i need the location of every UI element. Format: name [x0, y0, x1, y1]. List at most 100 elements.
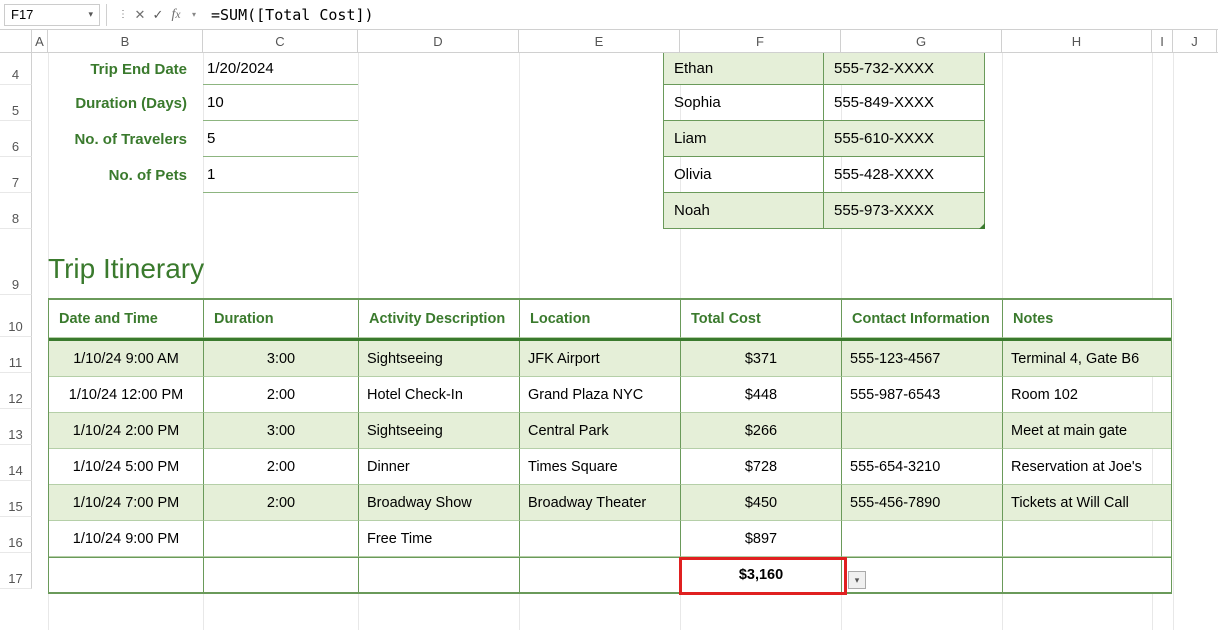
chevron-down-icon[interactable]: ▾: [88, 9, 93, 20]
itinerary-cell[interactable]: Dinner: [359, 449, 520, 485]
emergency-phone[interactable]: 555-732-XXXX: [824, 53, 985, 85]
itinerary-cell[interactable]: [204, 558, 359, 593]
itinerary-cell[interactable]: Central Park: [520, 413, 681, 449]
itinerary-cell[interactable]: [1003, 521, 1171, 557]
emergency-name[interactable]: Ethan: [663, 53, 824, 85]
emergency-name[interactable]: Sophia: [663, 85, 824, 121]
row-header-15[interactable]: 15: [0, 481, 32, 517]
chevron-down-icon[interactable]: ▾: [185, 10, 203, 19]
cancel-icon[interactable]: ✕: [131, 7, 149, 23]
col-notes[interactable]: Notes: [1003, 300, 1171, 338]
col-header-E[interactable]: E: [519, 30, 680, 52]
itinerary-cell[interactable]: Grand Plaza NYC: [520, 377, 681, 413]
value-trip-end-date[interactable]: 1/20/2024: [203, 53, 358, 85]
itinerary-cell[interactable]: 2:00: [204, 449, 359, 485]
itinerary-cell[interactable]: 2:00: [204, 377, 359, 413]
row-header-4[interactable]: 4: [0, 53, 32, 85]
value-travelers[interactable]: 5: [203, 121, 358, 157]
row-header-8[interactable]: 8: [0, 193, 32, 229]
total-cost-cell[interactable]: $3,160: [681, 558, 842, 593]
emergency-name[interactable]: Olivia: [663, 157, 824, 193]
itinerary-cell[interactable]: Sightseeing: [359, 413, 520, 449]
itinerary-cell[interactable]: 1/10/24 12:00 PM: [49, 377, 204, 413]
itinerary-cell[interactable]: [520, 558, 681, 593]
select-all-corner[interactable]: [0, 30, 32, 52]
itinerary-cell[interactable]: 1/10/24 7:00 PM: [49, 485, 204, 521]
itinerary-cell[interactable]: $266: [681, 413, 842, 449]
itinerary-cell[interactable]: $450: [681, 485, 842, 521]
itinerary-cell[interactable]: [359, 558, 520, 593]
value-pets[interactable]: 1: [203, 157, 358, 193]
row-header-6[interactable]: 6: [0, 121, 32, 157]
itinerary-cell[interactable]: 1/10/24 2:00 PM: [49, 413, 204, 449]
col-header-I[interactable]: I: [1152, 30, 1173, 52]
col-contact[interactable]: Contact Information: [842, 300, 1003, 338]
name-box[interactable]: F17 ▾: [4, 4, 100, 26]
itinerary-cell[interactable]: Broadway Show: [359, 485, 520, 521]
itinerary-cell[interactable]: [842, 558, 1003, 593]
row-header-5[interactable]: 5: [0, 85, 32, 121]
itinerary-cell[interactable]: Times Square: [520, 449, 681, 485]
col-date-time[interactable]: Date and Time: [49, 300, 204, 338]
itinerary-cell[interactable]: $448: [681, 377, 842, 413]
itinerary-cell[interactable]: 1/10/24 9:00 PM: [49, 521, 204, 557]
table-resize-handle-icon[interactable]: [979, 223, 985, 229]
col-header-G[interactable]: G: [841, 30, 1002, 52]
itinerary-cell[interactable]: $728: [681, 449, 842, 485]
col-header-H[interactable]: H: [1002, 30, 1152, 52]
emergency-name[interactable]: Liam: [663, 121, 824, 157]
itinerary-cell[interactable]: 1/10/24 9:00 AM: [49, 341, 204, 377]
itinerary-cell[interactable]: JFK Airport: [520, 341, 681, 377]
row-header-13[interactable]: 13: [0, 409, 32, 445]
sheet-content[interactable]: Trip End Date 1/20/2024 Duration (Days) …: [32, 53, 1218, 630]
col-header-C[interactable]: C: [203, 30, 358, 52]
itinerary-cell[interactable]: Meet at main gate: [1003, 413, 1171, 449]
options-icon[interactable]: ⋮: [113, 9, 131, 20]
itinerary-cell[interactable]: [520, 521, 681, 557]
itinerary-cell[interactable]: 555-654-3210: [842, 449, 1003, 485]
emergency-phone[interactable]: 555-849-XXXX: [824, 85, 985, 121]
col-total-cost[interactable]: Total Cost: [681, 300, 842, 338]
itinerary-cell[interactable]: 3:00: [204, 413, 359, 449]
row-header-14[interactable]: 14: [0, 445, 32, 481]
col-location[interactable]: Location: [520, 300, 681, 338]
itinerary-cell[interactable]: Broadway Theater: [520, 485, 681, 521]
itinerary-cell[interactable]: [1003, 558, 1171, 593]
itinerary-cell[interactable]: 555-456-7890: [842, 485, 1003, 521]
itinerary-cell[interactable]: Hotel Check-In: [359, 377, 520, 413]
itinerary-cell[interactable]: [842, 413, 1003, 449]
itinerary-cell[interactable]: $897: [681, 521, 842, 557]
col-duration[interactable]: Duration: [204, 300, 359, 338]
itinerary-cell[interactable]: [49, 558, 204, 593]
col-header-D[interactable]: D: [358, 30, 519, 52]
itinerary-cell[interactable]: Terminal 4, Gate B6: [1003, 341, 1171, 377]
itinerary-cell[interactable]: Free Time: [359, 521, 520, 557]
itinerary-cell[interactable]: 1/10/24 5:00 PM: [49, 449, 204, 485]
value-duration-days[interactable]: 10: [203, 85, 358, 121]
emergency-phone[interactable]: 555-428-XXXX: [824, 157, 985, 193]
itinerary-cell[interactable]: Tickets at Will Call: [1003, 485, 1171, 521]
fx-icon[interactable]: fx: [167, 7, 185, 23]
itinerary-cell[interactable]: 2:00: [204, 485, 359, 521]
col-header-A[interactable]: A: [32, 30, 48, 52]
itinerary-cell[interactable]: [204, 521, 359, 557]
row-header-10[interactable]: 10: [0, 295, 32, 337]
col-header-B[interactable]: B: [48, 30, 203, 52]
itinerary-cell[interactable]: 555-987-6543: [842, 377, 1003, 413]
itinerary-cell[interactable]: Reservation at Joe's: [1003, 449, 1171, 485]
confirm-icon[interactable]: ✓: [149, 7, 167, 23]
col-activity[interactable]: Activity Description: [359, 300, 520, 338]
row-header-16[interactable]: 16: [0, 517, 32, 553]
row-header-17[interactable]: 17: [0, 553, 32, 589]
itinerary-cell[interactable]: Room 102: [1003, 377, 1171, 413]
itinerary-cell[interactable]: $371: [681, 341, 842, 377]
row-header-9[interactable]: 9: [0, 229, 32, 295]
row-header-7[interactable]: 7: [0, 157, 32, 193]
itinerary-cell[interactable]: Sightseeing: [359, 341, 520, 377]
col-header-J[interactable]: J: [1173, 30, 1217, 52]
emergency-phone[interactable]: 555-610-XXXX: [824, 121, 985, 157]
row-header-12[interactable]: 12: [0, 373, 32, 409]
emergency-name[interactable]: Noah: [663, 193, 824, 229]
itinerary-cell[interactable]: [842, 521, 1003, 557]
col-header-F[interactable]: F: [680, 30, 841, 52]
